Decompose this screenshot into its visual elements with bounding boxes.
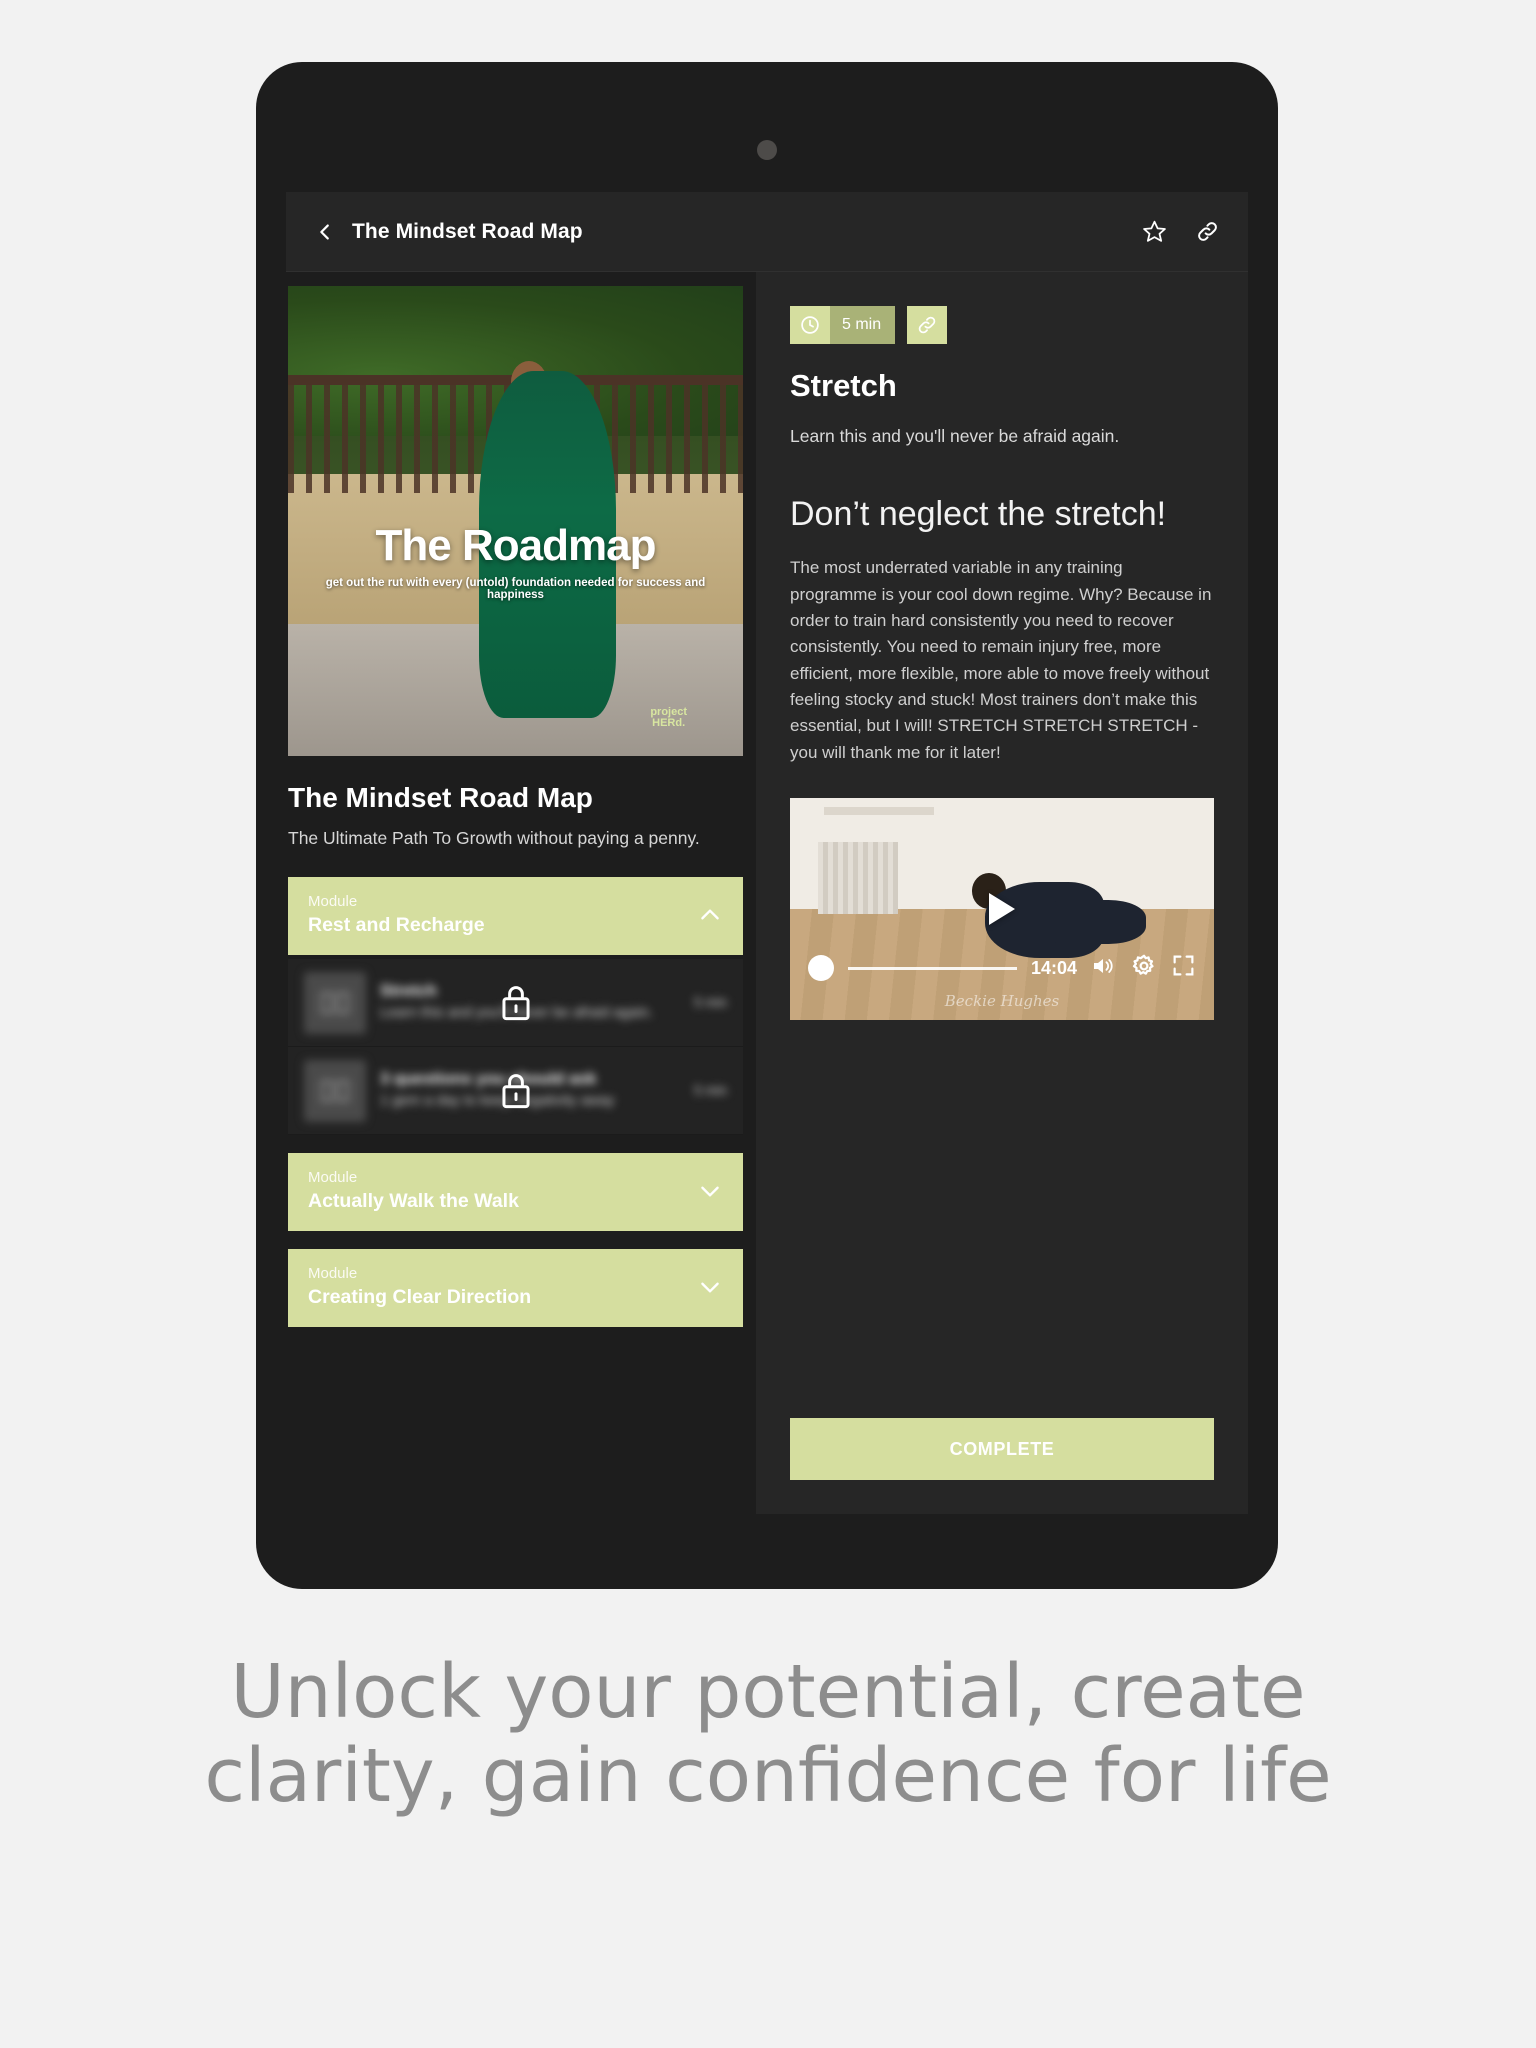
course-cover-image: The Roadmap get out the rut with every (… bbox=[288, 286, 743, 756]
chevron-up-icon[interactable] bbox=[697, 902, 723, 928]
duration-label: 5 min bbox=[842, 316, 882, 333]
screenshot-page: The Mindset Road Map The Roadmap get out… bbox=[0, 0, 1536, 2048]
video-time: 14:04 bbox=[1030, 957, 1077, 978]
lesson-badges: 5 min bbox=[790, 306, 1214, 344]
wall-bars bbox=[823, 806, 935, 815]
lesson-subtitle: Learn this and you'll never be afraid ag… bbox=[790, 426, 1120, 446]
link-icon[interactable] bbox=[1195, 219, 1220, 244]
module-texts: Module Creating Clear Direction bbox=[308, 1265, 697, 1309]
book-icon bbox=[304, 971, 366, 1034]
volume-icon[interactable] bbox=[1091, 954, 1117, 983]
lesson-layout: The Roadmap get out the rut with every (… bbox=[286, 272, 1248, 1514]
lock-icon bbox=[499, 1071, 533, 1111]
module-header[interactable]: Module Creating Clear Direction bbox=[288, 1249, 743, 1328]
chevron-down-icon[interactable] bbox=[697, 1274, 723, 1300]
course-subtitle: The Ultimate Path To Growth without payi… bbox=[288, 828, 700, 848]
app-header: The Mindset Road Map bbox=[286, 192, 1248, 272]
lesson-detail-panel: 5 min Stretch Learn this and you'll neve… bbox=[756, 272, 1248, 1514]
book-icon bbox=[304, 1059, 366, 1122]
video-player[interactable]: 14:04 Beckie Hughes bbox=[790, 797, 1214, 1020]
module-kicker: Module bbox=[308, 1265, 358, 1283]
module-header[interactable]: Module Rest and Recharge bbox=[288, 877, 743, 956]
cover-subtitle: get out the rut with every (untold) foun… bbox=[325, 577, 706, 602]
radiator bbox=[818, 842, 898, 915]
header-actions bbox=[1142, 219, 1220, 244]
module-kicker: Module bbox=[308, 893, 358, 911]
video-controls: 14:04 bbox=[790, 953, 1214, 984]
brand-logo: project HERd. bbox=[650, 705, 687, 730]
cover-title: The Roadmap bbox=[375, 521, 657, 570]
lock-icon bbox=[499, 983, 533, 1023]
module-kicker: Module bbox=[308, 1169, 358, 1187]
progress-handle[interactable] bbox=[808, 955, 834, 982]
course-sidebar[interactable]: The Roadmap get out the rut with every (… bbox=[286, 272, 756, 1514]
module-name: Creating Clear Direction bbox=[308, 1286, 532, 1309]
link-icon[interactable] bbox=[907, 306, 948, 344]
fullscreen-icon[interactable] bbox=[1171, 953, 1196, 983]
lesson-row[interactable]: Stretch Learn this and you'll never be a… bbox=[288, 959, 743, 1048]
gear-icon[interactable] bbox=[1131, 953, 1157, 984]
module-header[interactable]: Module Actually Walk the Walk bbox=[288, 1153, 743, 1232]
module-texts: Module Actually Walk the Walk bbox=[308, 1169, 697, 1213]
video-watermark: Beckie Hughes bbox=[944, 991, 1060, 1010]
complete-button[interactable]: COMPLETE bbox=[790, 1418, 1214, 1480]
module-name: Actually Walk the Walk bbox=[308, 1190, 519, 1213]
front-camera bbox=[757, 140, 777, 160]
duration-badge: 5 min bbox=[790, 306, 896, 344]
lesson-title: Stretch bbox=[790, 368, 897, 403]
lesson-duration: 5 min bbox=[693, 1083, 727, 1099]
chevron-left-icon[interactable] bbox=[314, 221, 336, 243]
chevron-down-icon[interactable] bbox=[697, 1178, 723, 1204]
lesson-row[interactable]: 3 questions you should ask 1 gem a day t… bbox=[288, 1047, 743, 1136]
tablet-screen: The Mindset Road Map The Roadmap get out… bbox=[286, 192, 1248, 1514]
module-list: Module Rest and Recharge Stretch Learn t… bbox=[288, 877, 743, 1328]
module-name: Rest and Recharge bbox=[308, 914, 485, 937]
clock-icon bbox=[790, 306, 830, 344]
module-texts: Module Rest and Recharge bbox=[308, 893, 697, 937]
lesson-duration: 5 min bbox=[693, 995, 727, 1011]
progress-bar[interactable] bbox=[848, 966, 1017, 970]
lesson-body: The most underrated variable in any trai… bbox=[790, 558, 1212, 762]
lesson-heading: Don’t neglect the stretch! bbox=[790, 495, 1167, 533]
star-icon[interactable] bbox=[1142, 219, 1167, 244]
play-icon[interactable] bbox=[989, 892, 1015, 925]
tablet-frame: The Mindset Road Map The Roadmap get out… bbox=[256, 62, 1278, 1589]
page-title: The Mindset Road Map bbox=[352, 219, 583, 243]
course-title: The Mindset Road Map bbox=[288, 782, 593, 813]
marketing-caption: Unlock your potential, create clarity, g… bbox=[204, 1649, 1332, 1820]
